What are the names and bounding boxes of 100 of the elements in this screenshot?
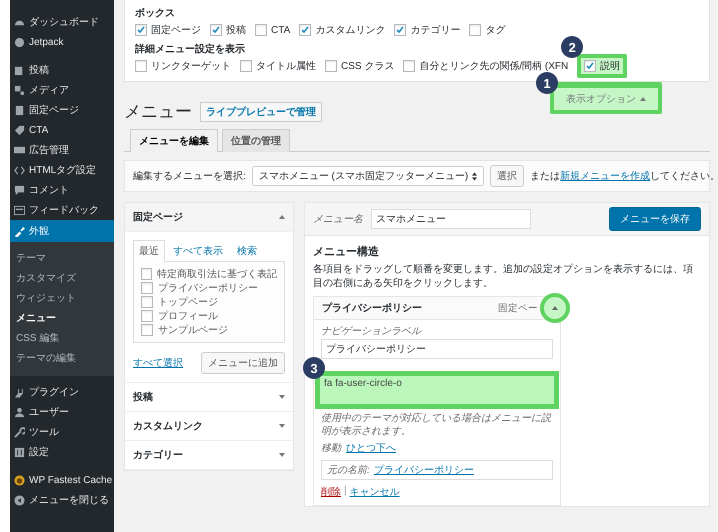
step-marker: 3 xyxy=(303,357,325,379)
speech-bubble-icon xyxy=(14,184,25,196)
sidebar-item[interactable]: HTMLタグ設定 xyxy=(10,160,114,180)
media-icon xyxy=(14,84,25,96)
section-title: 詳細メニュー設定を表示 xyxy=(135,42,245,56)
page-label: 特定商取引法に基づく表記 xyxy=(157,268,277,281)
checkbox[interactable] xyxy=(135,24,147,36)
menu-name-field[interactable]: スマホメニュー xyxy=(371,209,531,229)
checkbox[interactable] xyxy=(141,296,153,308)
section-title: ボックス xyxy=(135,7,175,20)
checkbox[interactable] xyxy=(299,24,312,36)
caret-down-icon xyxy=(279,453,285,457)
sidebar-item[interactable]: Jetpack xyxy=(10,32,114,52)
instructions-text: 各項目をドラッグして順番を変更します。追加の設定オプションを表示するには、項目の右側にある矢印をクリックします。 xyxy=(313,263,694,290)
move-down-link[interactable]: ひとつ下へ xyxy=(346,441,396,455)
option-label: タグ xyxy=(485,24,506,37)
step-marker: 2 xyxy=(561,36,584,58)
page-label: プライバシーポリシー xyxy=(158,282,258,295)
caret-up-icon xyxy=(279,215,285,219)
add-to-menu-button[interactable]: メニューに追加 xyxy=(201,352,285,374)
checkbox[interactable] xyxy=(325,60,337,72)
sidebar-item[interactable]: フィードバック xyxy=(10,200,114,220)
create-menu-link[interactable]: 新規メニューを作成 xyxy=(560,171,650,182)
submenu-item[interactable]: テーマ xyxy=(10,248,114,268)
sidebar-item[interactable]: 外観 xyxy=(10,220,114,242)
checkbox[interactable] xyxy=(141,324,153,336)
original-link[interactable]: プライバシーポリシー xyxy=(374,463,474,477)
sidebar-item[interactable]: 投稿 xyxy=(10,60,114,80)
page-label: サンプルページ xyxy=(158,324,228,337)
submenu-item[interactable]: ウィジェット xyxy=(10,288,114,308)
caret-up-icon xyxy=(640,97,646,101)
submenu-item[interactable]: テーマの編集 xyxy=(10,348,114,368)
select-label: 編集するメニューを選択: xyxy=(133,170,246,183)
save-menu-button[interactable]: メニューを保存 xyxy=(609,207,701,231)
accordion-header[interactable]: 固定ページ xyxy=(125,203,293,232)
sidebar-item[interactable]: 固定ページ xyxy=(10,100,114,120)
sidebar-item[interactable]: メディア xyxy=(10,80,114,100)
sidebar-item[interactable]: ダッシュボード xyxy=(10,12,114,32)
collapse-icon xyxy=(14,494,25,506)
option-label: リンクターゲット xyxy=(151,60,231,73)
submenu-item[interactable]: カスタマイズ xyxy=(10,268,114,288)
submenu-item[interactable]: メニュー xyxy=(10,308,114,328)
original-label: 元の名前: xyxy=(327,464,370,477)
checkbox[interactable] xyxy=(255,24,267,36)
checkbox[interactable] xyxy=(403,60,416,72)
delete-link[interactable]: 削除 xyxy=(321,485,341,499)
select-all-link[interactable]: すべて選択 xyxy=(133,356,183,370)
menu-dropdown[interactable]: スマホメニュー (スマホ固定フッターメニュー) xyxy=(252,166,484,186)
tab[interactable]: 最近 xyxy=(133,240,165,262)
option-label: タイトル属性 xyxy=(256,60,316,73)
checkbox[interactable] xyxy=(135,60,147,72)
sidebar-item[interactable]: プラグイン xyxy=(10,382,114,402)
create-menu-sentence: または新規メニューを作成 してください。 xyxy=(530,170,718,183)
navigation-label-field[interactable]: プライバシーポリシー xyxy=(321,339,553,359)
caret-down-icon xyxy=(279,424,285,428)
checkbox[interactable] xyxy=(469,24,482,36)
checkbox[interactable] xyxy=(141,282,153,294)
sidebar-item[interactable]: コメント xyxy=(10,180,114,200)
option-label: 投稿 xyxy=(226,24,246,37)
person-icon xyxy=(14,406,25,418)
checkbox[interactable] xyxy=(394,24,406,36)
plug-icon xyxy=(14,386,25,398)
wrench-icon xyxy=(14,426,25,438)
menu-item-title: プライバシーポリシー xyxy=(322,301,422,315)
option-label: CTA xyxy=(271,24,290,36)
option-label: 自分とリンク先の関係/間柄 (XFN xyxy=(419,60,568,73)
option-label: 固定ページ xyxy=(151,24,201,37)
submenu-item[interactable]: CSS 編集 xyxy=(10,328,114,348)
sidebar-item[interactable]: 広告管理 xyxy=(10,140,114,160)
tab[interactable]: メニューを編集 xyxy=(130,129,218,152)
sidebar-item[interactable]: メニューを閉じる xyxy=(10,490,114,510)
live-preview-button[interactable]: ライブプレビューで管理 xyxy=(200,102,322,122)
caret-down-icon xyxy=(279,395,285,399)
page-title: メニュー xyxy=(124,101,192,123)
tab[interactable]: 検索 xyxy=(231,240,263,262)
option-label: カスタムリンク xyxy=(315,24,386,37)
sidebar-item[interactable]: 設定 xyxy=(10,442,114,462)
page-label: トップページ xyxy=(158,296,218,309)
sidebar-item[interactable]: ツール xyxy=(10,422,114,442)
item-type-label: 固定ペー xyxy=(498,302,538,314)
expand-toggle[interactable] xyxy=(540,293,570,323)
checkbox[interactable] xyxy=(210,24,222,36)
caret-up-icon xyxy=(552,306,558,310)
up-down-arrows-icon xyxy=(472,172,478,180)
sidebar-item[interactable]: WP Fastest Cache xyxy=(10,470,114,490)
section-title: メニュー構造 xyxy=(313,244,380,259)
checkbox[interactable] xyxy=(584,60,596,72)
checkbox[interactable] xyxy=(141,310,153,322)
cancel-link[interactable]: キャンセル xyxy=(350,485,400,499)
select-button[interactable]: 選択 xyxy=(490,165,524,187)
option-label: CSS クラス xyxy=(341,60,394,73)
option-label: カテゴリー xyxy=(410,24,460,37)
form-icon xyxy=(14,204,25,216)
sidebar-item[interactable]: CTA xyxy=(10,120,114,140)
tab[interactable]: すべて表示 xyxy=(167,240,229,262)
checkbox[interactable] xyxy=(141,268,152,280)
option-label: 説明 xyxy=(600,60,620,73)
checkbox[interactable] xyxy=(240,60,252,72)
sidebar-item[interactable]: ユーザー xyxy=(10,402,114,422)
tab[interactable]: 位置の管理 xyxy=(222,129,290,152)
